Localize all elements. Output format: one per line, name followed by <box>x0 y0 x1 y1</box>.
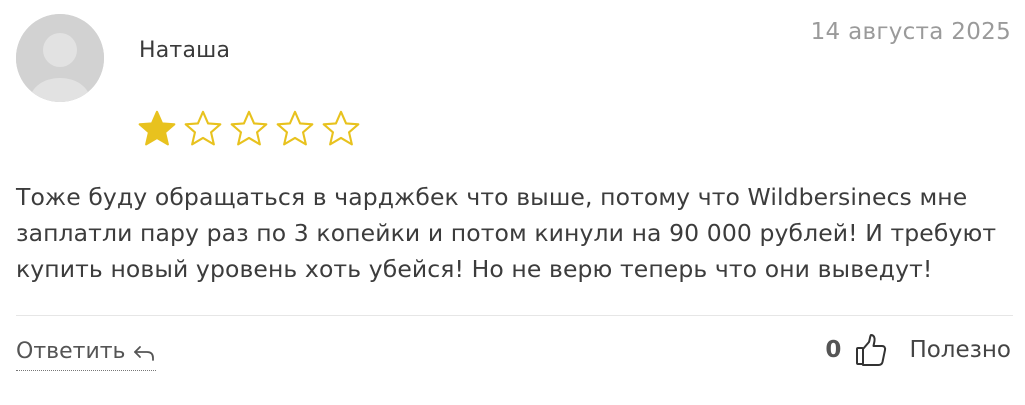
star-empty-icon <box>184 110 222 146</box>
reply-arrow-icon <box>133 345 154 361</box>
review-date: 14 августа 2025 <box>810 19 1011 45</box>
review-card: Наташа 14 августа 2025 Тоже буду обращат… <box>0 0 1025 405</box>
reply-label: Ответить <box>16 339 126 364</box>
useful-count: 0 <box>825 337 842 363</box>
useful-button[interactable]: Полезно <box>909 337 1011 363</box>
avatar <box>16 14 104 102</box>
star-filled-icon <box>138 110 176 146</box>
reply-button[interactable]: Ответить <box>16 339 156 371</box>
star-empty-icon <box>230 110 268 146</box>
star-empty-icon <box>322 110 360 146</box>
thumbs-up-icon[interactable] <box>855 333 887 367</box>
divider <box>16 315 1013 316</box>
review-text: Тоже буду обращаться в чарджбек что выше… <box>16 183 997 283</box>
useful-section: 0 Полезно <box>825 333 1011 367</box>
user-silhouette-icon <box>16 14 104 102</box>
star-rating <box>136 108 362 150</box>
author-name: Наташа <box>139 38 231 63</box>
star-empty-icon <box>276 110 314 146</box>
